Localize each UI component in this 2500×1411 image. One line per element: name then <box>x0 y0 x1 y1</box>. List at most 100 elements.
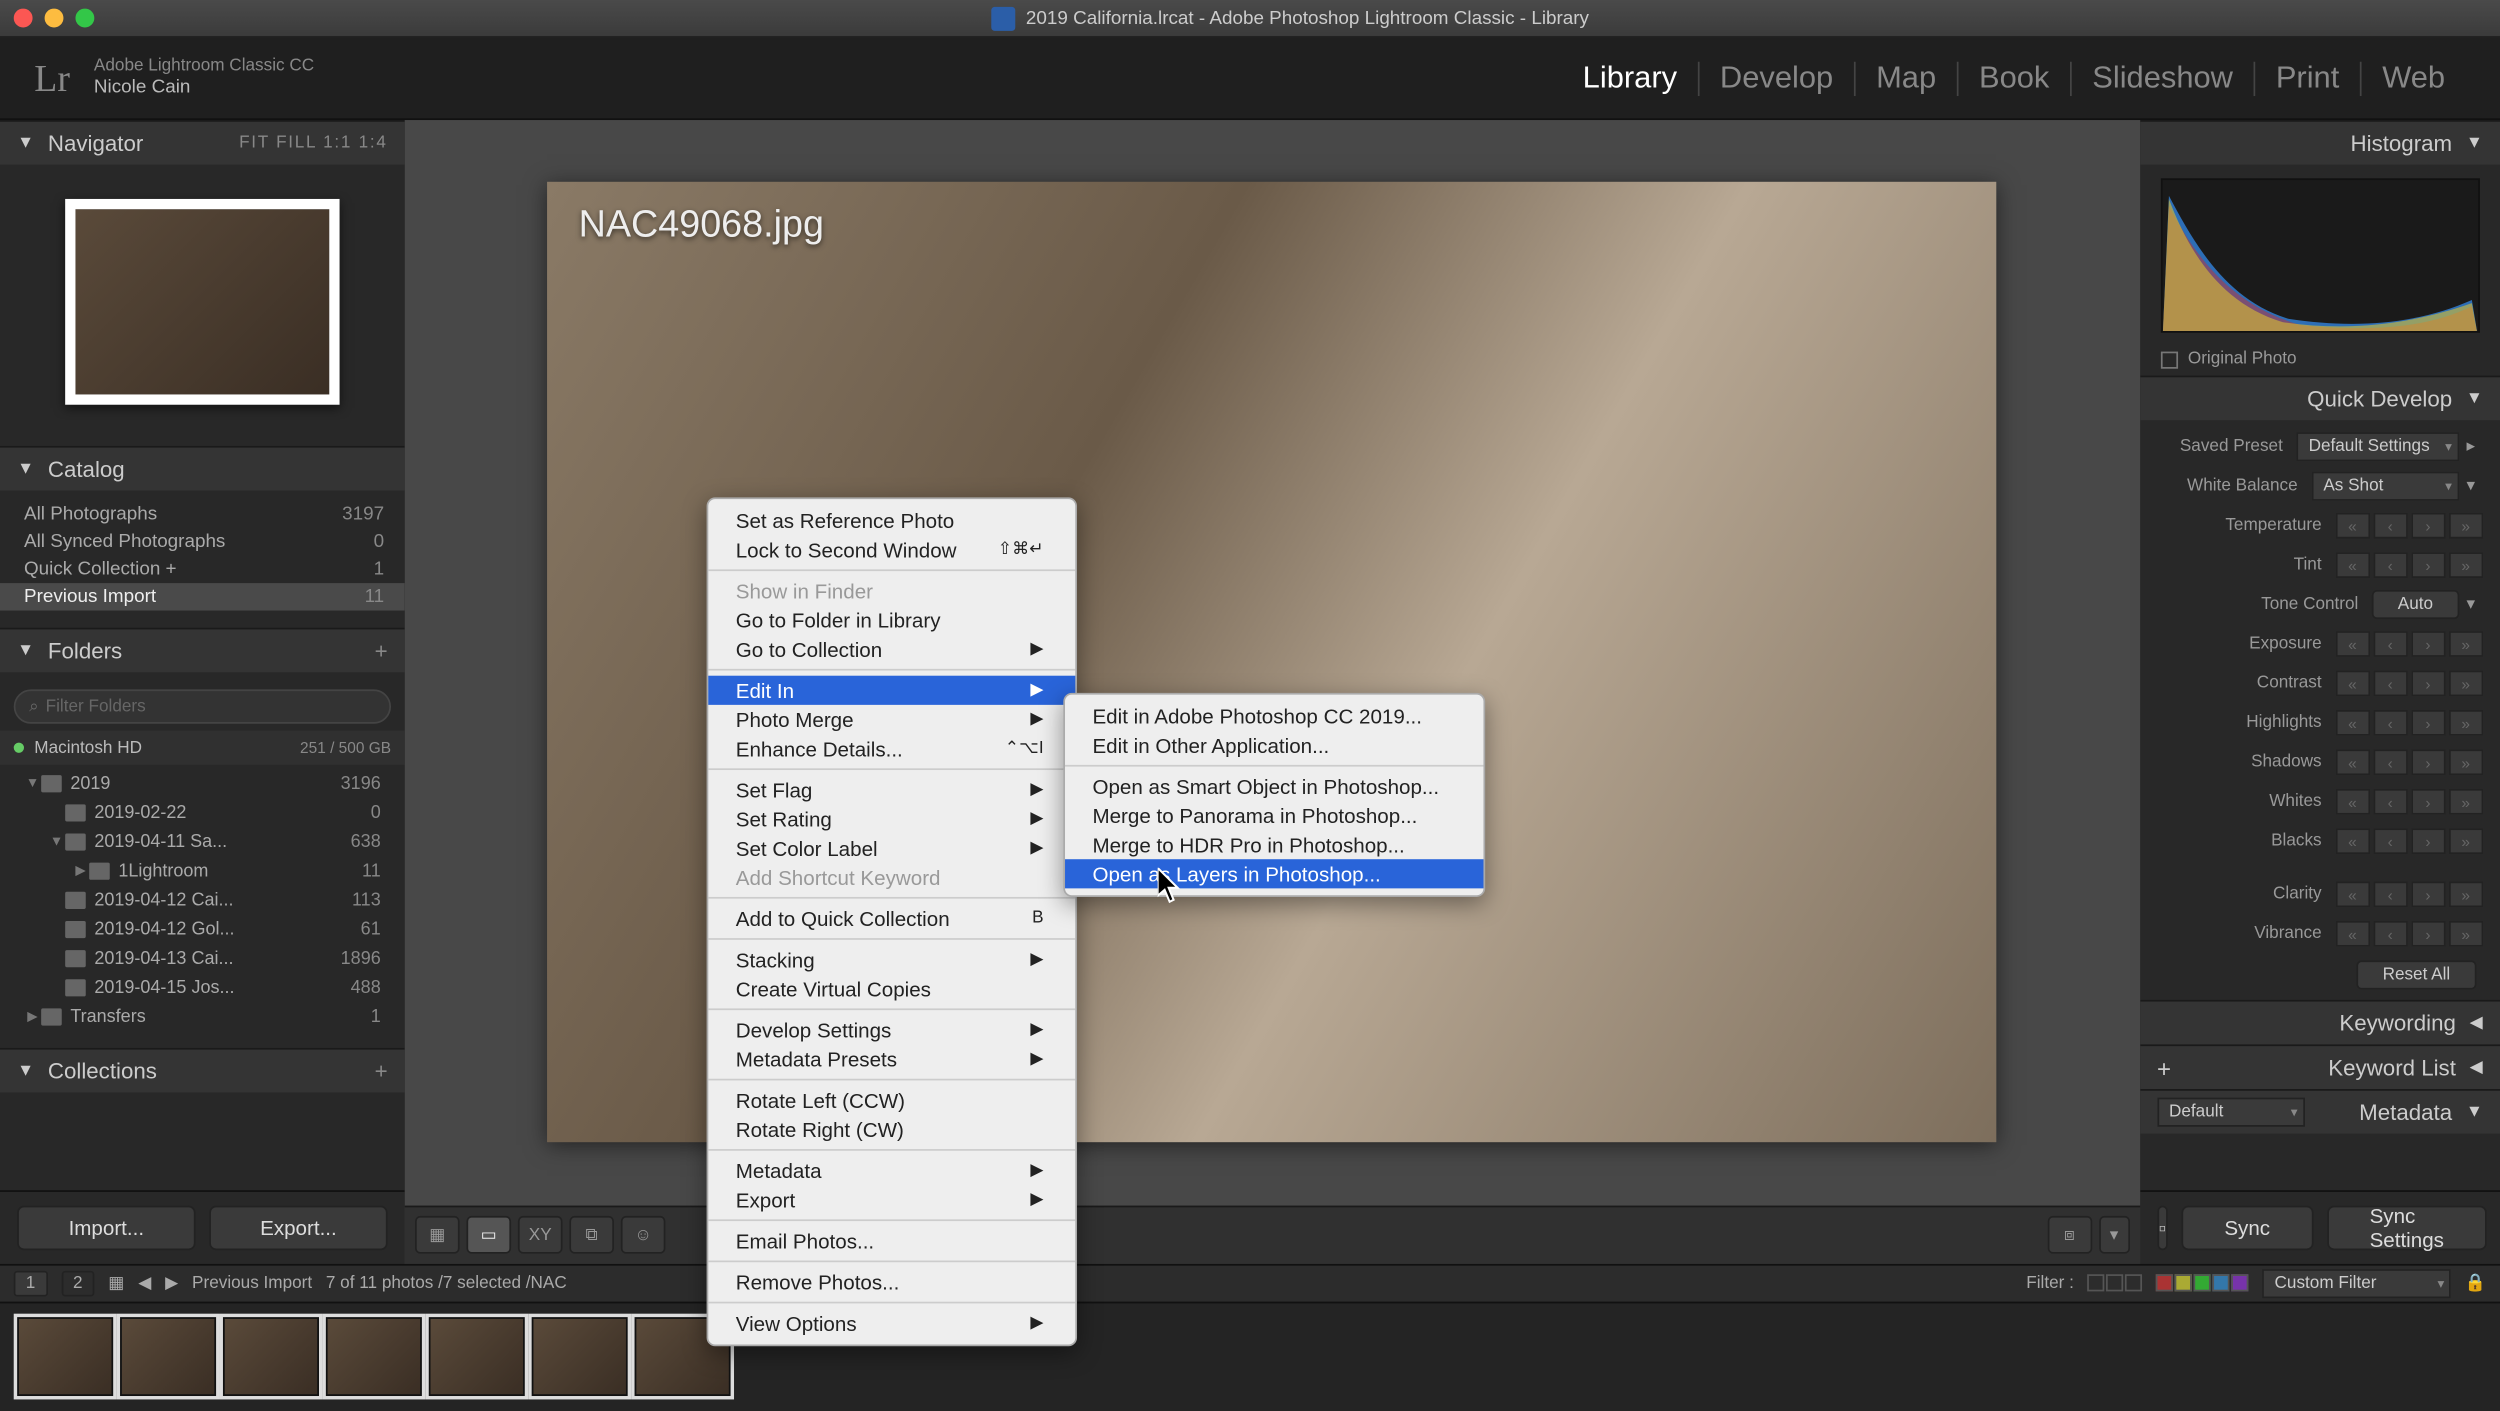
section-toggle-icon[interactable]: ▾ <box>2459 595 2483 614</box>
menu-item[interactable]: Merge to HDR Pro in Photoshop... <box>1065 830 1483 859</box>
loupe-view[interactable]: NAC49068.jpg <box>405 120 2140 1205</box>
menu-item[interactable]: Email Photos... <box>708 1226 1074 1255</box>
filmstrip-thumb[interactable] <box>120 1318 216 1397</box>
menu-item[interactable]: Edit in Adobe Photoshop CC 2019... <box>1065 701 1483 730</box>
volume-bar[interactable]: Macintosh HD 251 / 500 GB <box>0 731 405 765</box>
module-web[interactable]: Web <box>2362 60 2466 96</box>
module-slideshow[interactable]: Slideshow <box>2072 60 2254 96</box>
vibrance-steppers[interactable]: «‹›» <box>2335 921 2482 947</box>
menu-item[interactable]: Create Virtual Copies <box>708 974 1074 1003</box>
folder-row[interactable]: 2019-04-12 Cai...113 <box>0 885 405 914</box>
reset-all-button[interactable]: Reset All <box>2357 960 2476 989</box>
close-window-button[interactable] <box>14 9 33 28</box>
menu-item[interactable]: Set Flag▶ <box>708 775 1074 804</box>
menu-item[interactable]: Remove Photos... <box>708 1267 1074 1296</box>
white-balance-select[interactable]: As Shot▾ <box>2311 472 2458 501</box>
sync-button[interactable]: Sync <box>2181 1205 2313 1250</box>
whites-steppers[interactable]: «‹›» <box>2335 789 2482 815</box>
auto-tone-button[interactable]: Auto <box>2372 590 2459 619</box>
menu-item[interactable]: Add to Quick CollectionB <box>708 904 1074 933</box>
compare-view-button[interactable]: XY <box>518 1216 563 1254</box>
add-folder-icon[interactable]: + <box>375 638 388 664</box>
sync-settings-button[interactable]: Sync Settings <box>2327 1205 2487 1250</box>
histogram-header[interactable]: Histogram▼ <box>2140 120 2500 165</box>
catalog-item[interactable]: Quick Collection +1 <box>0 556 405 583</box>
keywording-header[interactable]: Keywording◀ <box>2140 1000 2500 1045</box>
sync-mode-toggle[interactable]: ▫ <box>2157 1205 2168 1250</box>
tint-steppers[interactable]: «‹›» <box>2335 552 2482 578</box>
folder-row[interactable]: ▼20193196 <box>0 768 405 797</box>
filmstrip-thumb[interactable] <box>532 1318 628 1397</box>
menu-item[interactable]: View Options▶ <box>708 1309 1074 1338</box>
survey-view-button[interactable]: ⧉ <box>569 1216 614 1254</box>
catalog-item[interactable]: All Photographs3197 <box>0 501 405 528</box>
filmstrip[interactable] <box>0 1301 2500 1411</box>
menu-item[interactable]: Export▶ <box>708 1185 1074 1214</box>
prev-photo-button[interactable]: ◀ <box>138 1274 151 1293</box>
edit-in-submenu[interactable]: Edit in Adobe Photoshop CC 2019...Edit i… <box>1063 693 1485 897</box>
folder-row[interactable]: 2019-04-12 Gol...61 <box>0 914 405 943</box>
menu-item[interactable]: Stacking▶ <box>708 945 1074 974</box>
folder-row[interactable]: ▶1Lightroom11 <box>0 856 405 885</box>
module-book[interactable]: Book <box>1958 60 2070 96</box>
menu-item[interactable]: Enhance Details...⌃⌥I <box>708 734 1074 763</box>
folder-row[interactable]: 2019-04-13 Cai...1896 <box>0 943 405 972</box>
filmstrip-thumb[interactable] <box>17 1318 113 1397</box>
people-view-button[interactable]: ☺ <box>621 1216 666 1254</box>
filmstrip-thumb[interactable] <box>223 1318 319 1397</box>
catalog-header[interactable]: ▼ Catalog <box>0 446 405 491</box>
add-collection-icon[interactable]: + <box>375 1058 388 1084</box>
menu-item[interactable]: Rotate Left (CCW) <box>708 1086 1074 1115</box>
filter-color-buttons[interactable] <box>2156 1275 2249 1292</box>
module-map[interactable]: Map <box>1855 60 1956 96</box>
menu-item[interactable]: Merge to Panorama in Photoshop... <box>1065 801 1483 830</box>
toolbar-options-button[interactable]: ▾ <box>2099 1216 2130 1254</box>
catalog-item[interactable]: All Synced Photographs0 <box>0 528 405 555</box>
section-toggle-icon[interactable]: ▾ <box>2459 477 2483 496</box>
quick-develop-header[interactable]: Quick Develop▼ <box>2140 376 2500 421</box>
folders-header[interactable]: ▼ Folders + <box>0 628 405 673</box>
photo-context-menu[interactable]: Set as Reference PhotoLock to Second Win… <box>707 497 1077 1346</box>
menu-item[interactable]: Lock to Second Window⇧⌘↵ <box>708 535 1074 564</box>
export-button[interactable]: Export... <box>209 1205 387 1250</box>
filmstrip-thumb[interactable] <box>326 1318 422 1397</box>
menu-item[interactable]: Open as Layers in Photoshop... <box>1065 859 1483 888</box>
menu-item[interactable]: Set Color Label▶ <box>708 833 1074 862</box>
menu-item[interactable]: Edit in Other Application... <box>1065 731 1483 760</box>
exposure-steppers[interactable]: «‹›» <box>2335 631 2482 657</box>
folder-filter-input[interactable]: ⌕ Filter Folders <box>14 689 391 723</box>
metadata-preset-select[interactable]: Default▾ <box>2157 1098 2304 1127</box>
menu-item[interactable]: Set Rating▶ <box>708 804 1074 833</box>
sync-toolbar-button[interactable]: ⧈ <box>2047 1216 2092 1254</box>
section-toggle-icon[interactable]: ▸ <box>2459 437 2483 456</box>
shadows-steppers[interactable]: «‹›» <box>2335 749 2482 775</box>
navigator-zoom-levels[interactable]: FIT FILL 1:1 1:4 <box>239 134 388 153</box>
menu-item[interactable]: Go to Folder in Library <box>708 605 1074 634</box>
clarity-steppers[interactable]: «‹›» <box>2335 882 2482 908</box>
highlights-steppers[interactable]: «‹›» <box>2335 710 2482 736</box>
module-print[interactable]: Print <box>2255 60 2360 96</box>
loupe-view-button[interactable]: ▭ <box>466 1216 511 1254</box>
filmstrip-thumb[interactable] <box>429 1318 525 1397</box>
folder-row[interactable]: ▶Transfers1 <box>0 1002 405 1031</box>
original-photo-checkbox[interactable] <box>2160 351 2177 368</box>
menu-item[interactable]: Rotate Right (CW) <box>708 1115 1074 1144</box>
custom-filter-select[interactable]: Custom Filter▾ <box>2263 1269 2452 1298</box>
menu-item[interactable]: Set as Reference Photo <box>708 506 1074 535</box>
next-photo-button[interactable]: ▶ <box>165 1274 178 1293</box>
catalog-item[interactable]: Previous Import11 <box>0 583 405 610</box>
folder-row[interactable]: 2019-04-15 Jos...488 <box>0 972 405 1001</box>
navigator-thumbnail[interactable] <box>65 199 339 405</box>
filter-flag-buttons[interactable] <box>2088 1275 2143 1292</box>
blacks-steppers[interactable]: «‹›» <box>2335 828 2482 854</box>
folder-row[interactable]: 2019-02-220 <box>0 797 405 826</box>
filter-lock-icon[interactable]: 🔒 <box>2465 1274 2486 1293</box>
menu-item[interactable]: Metadata Presets▶ <box>708 1044 1074 1073</box>
primary-display-button[interactable]: 1 <box>14 1270 48 1296</box>
menu-item[interactable]: Photo Merge▶ <box>708 705 1074 734</box>
thumbnail-size-icon[interactable]: ▦ <box>108 1274 124 1293</box>
collections-header[interactable]: ▼ Collections + <box>0 1048 405 1093</box>
contrast-steppers[interactable]: «‹›» <box>2335 671 2482 697</box>
module-develop[interactable]: Develop <box>1699 60 1853 96</box>
temperature-steppers[interactable]: «‹›» <box>2335 513 2482 539</box>
